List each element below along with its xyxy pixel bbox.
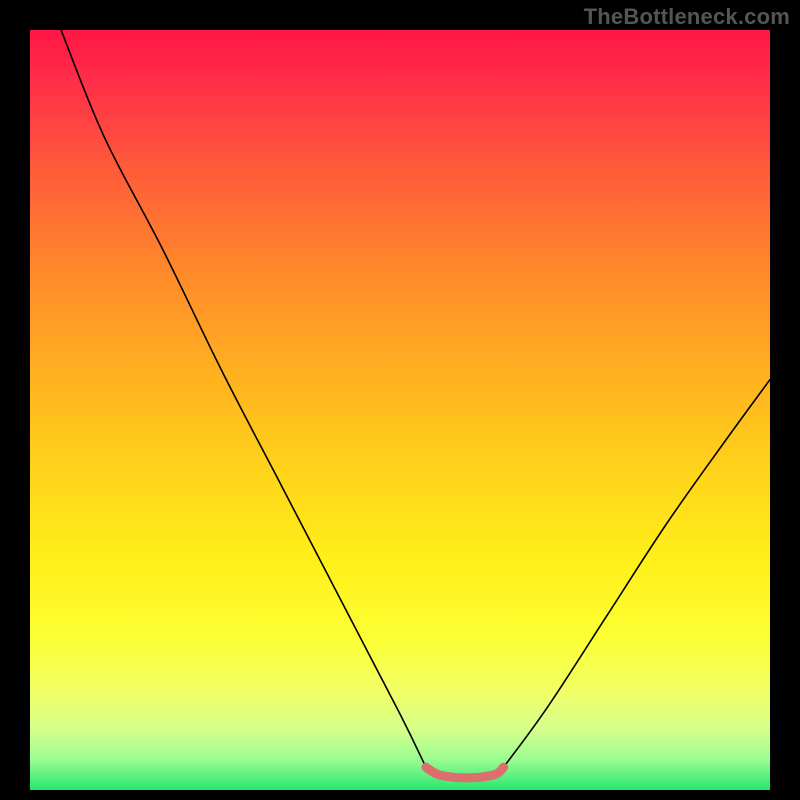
series-curve-left (61, 30, 426, 767)
series-flat-segment (426, 767, 504, 778)
watermark-text: TheBottleneck.com (584, 4, 790, 30)
bottleneck-curve-chart (0, 0, 800, 800)
series-curve-right (504, 380, 770, 768)
plot-background (30, 30, 770, 790)
series-group (61, 30, 770, 778)
chart-container: TheBottleneck.com (0, 0, 800, 800)
